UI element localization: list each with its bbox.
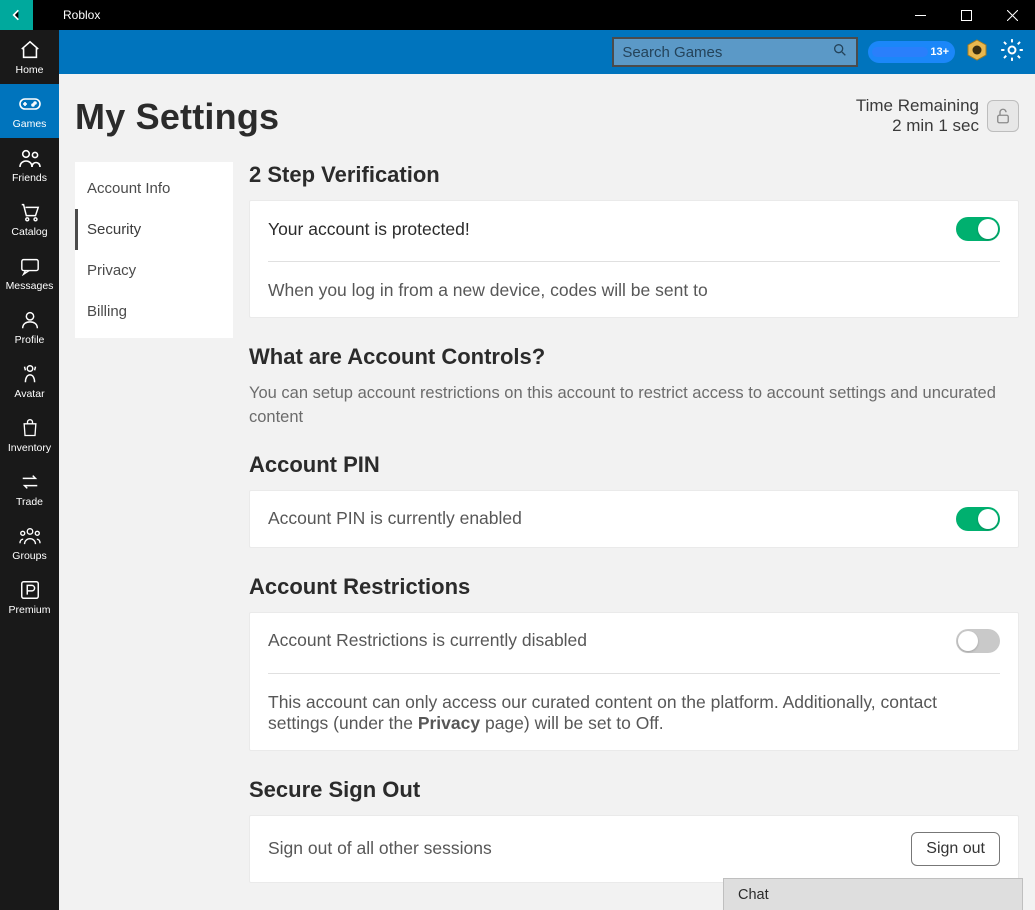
restrictions-status-text: Account Restrictions is currently disabl… (268, 630, 587, 651)
toggle-2step[interactable] (956, 217, 1000, 241)
rail-item-label: Games (13, 118, 47, 130)
tab-privacy[interactable]: Privacy (75, 250, 233, 291)
top-bar: 13+ (59, 30, 1035, 74)
rail-item-label: Home (15, 64, 43, 76)
page-title: My Settings (75, 96, 279, 138)
settings-tabs: Account Info Security Privacy Billing (75, 162, 233, 338)
time-remaining-value: 2 min 1 sec (856, 116, 979, 136)
rail-item-label: Friends (12, 172, 47, 184)
sign-out-button[interactable]: Sign out (911, 832, 1000, 866)
rail-item-trade[interactable]: Trade (0, 462, 59, 516)
gamepad-icon (18, 92, 42, 116)
age-chip-bar (872, 47, 928, 57)
window-titlebar: Roblox (0, 0, 1035, 30)
age-chip-text: 13+ (930, 46, 949, 58)
rail-item-label: Catalog (11, 226, 47, 238)
close-icon (1007, 10, 1018, 21)
section-title-2step: 2 Step Verification (249, 162, 1019, 188)
rail-item-avatar[interactable]: Avatar (0, 354, 59, 408)
rail-item-label: Avatar (14, 388, 44, 400)
card-2step: Your account is protected! When you log … (249, 200, 1019, 318)
tab-security[interactable]: Security (75, 209, 233, 250)
signout-status-text: Sign out of all other sessions (268, 838, 492, 859)
section-title-pin: Account PIN (249, 452, 1019, 478)
time-remaining-label: Time Remaining (856, 96, 979, 116)
pin-status-text: Account PIN is currently enabled (268, 508, 522, 529)
back-button[interactable] (0, 0, 33, 30)
settings-main: 2 Step Verification Your account is prot… (249, 162, 1019, 909)
section-title-signout: Secure Sign Out (249, 777, 1019, 803)
card-signout: Sign out of all other sessions Sign out (249, 815, 1019, 883)
rail-item-label: Messages (6, 280, 54, 292)
arrow-left-icon (9, 7, 25, 23)
rail-item-premium[interactable]: Premium (0, 570, 59, 624)
rail-item-profile[interactable]: Profile (0, 300, 59, 354)
left-nav-rail: Home Games Friends Catalog Messages Prof… (0, 30, 59, 910)
2step-desc: When you log in from a new device, codes… (268, 280, 1000, 301)
chat-tab[interactable]: Chat (723, 878, 1023, 910)
restrictions-desc: This account can only access our curated… (268, 692, 1000, 734)
profile-icon (18, 308, 42, 332)
messages-icon (18, 254, 42, 278)
toggle-pin[interactable] (956, 507, 1000, 531)
bag-icon (18, 416, 42, 440)
lock-button[interactable] (987, 100, 1019, 132)
friends-icon (18, 146, 42, 170)
rail-item-label: Trade (16, 496, 43, 508)
settings-gear-icon[interactable] (999, 37, 1025, 68)
rail-item-games[interactable]: Games (0, 84, 59, 138)
rail-item-messages[interactable]: Messages (0, 246, 59, 300)
restrictions-desc-bold: Privacy (418, 713, 480, 733)
section-title-controls: What are Account Controls? (249, 344, 1019, 370)
minimize-icon (915, 10, 926, 21)
window-maximize-button[interactable] (943, 0, 989, 30)
section-title-restrictions: Account Restrictions (249, 574, 1019, 600)
rail-item-label: Groups (12, 550, 46, 562)
search-input[interactable] (622, 44, 832, 61)
card-restrictions: Account Restrictions is currently disabl… (249, 612, 1019, 751)
card-pin: Account PIN is currently enabled (249, 490, 1019, 548)
time-remaining-block: Time Remaining 2 min 1 sec (856, 96, 1019, 136)
trade-icon (18, 470, 42, 494)
unlock-icon (994, 107, 1012, 125)
toggle-restrictions[interactable] (956, 629, 1000, 653)
cart-icon (18, 200, 42, 224)
search-icon (832, 42, 848, 63)
tab-account-info[interactable]: Account Info (75, 168, 233, 209)
rail-item-groups[interactable]: Groups (0, 516, 59, 570)
home-icon (18, 38, 42, 62)
rail-item-inventory[interactable]: Inventory (0, 408, 59, 462)
groups-icon (18, 524, 42, 548)
robux-icon[interactable] (965, 38, 989, 67)
section-desc-controls: You can setup account restrictions on th… (249, 382, 1019, 430)
content-area: My Settings Time Remaining 2 min 1 sec A… (59, 74, 1035, 910)
rail-item-label: Premium (8, 604, 50, 616)
window-minimize-button[interactable] (897, 0, 943, 30)
rail-item-home[interactable]: Home (0, 30, 59, 84)
search-box[interactable] (612, 37, 858, 67)
premium-icon (18, 578, 42, 602)
window-title: Roblox (63, 8, 100, 22)
2step-status-text: Your account is protected! (268, 219, 470, 240)
rail-item-label: Inventory (8, 442, 51, 454)
restrictions-desc-post: page) will be set to Off. (480, 713, 664, 733)
tab-billing[interactable]: Billing (75, 291, 233, 332)
rail-item-catalog[interactable]: Catalog (0, 192, 59, 246)
window-close-button[interactable] (989, 0, 1035, 30)
rail-item-label: Profile (15, 334, 45, 346)
maximize-icon (961, 10, 972, 21)
chat-tab-label: Chat (738, 887, 769, 903)
age-chip[interactable]: 13+ (868, 41, 955, 63)
avatar-icon (18, 362, 42, 386)
rail-item-friends[interactable]: Friends (0, 138, 59, 192)
